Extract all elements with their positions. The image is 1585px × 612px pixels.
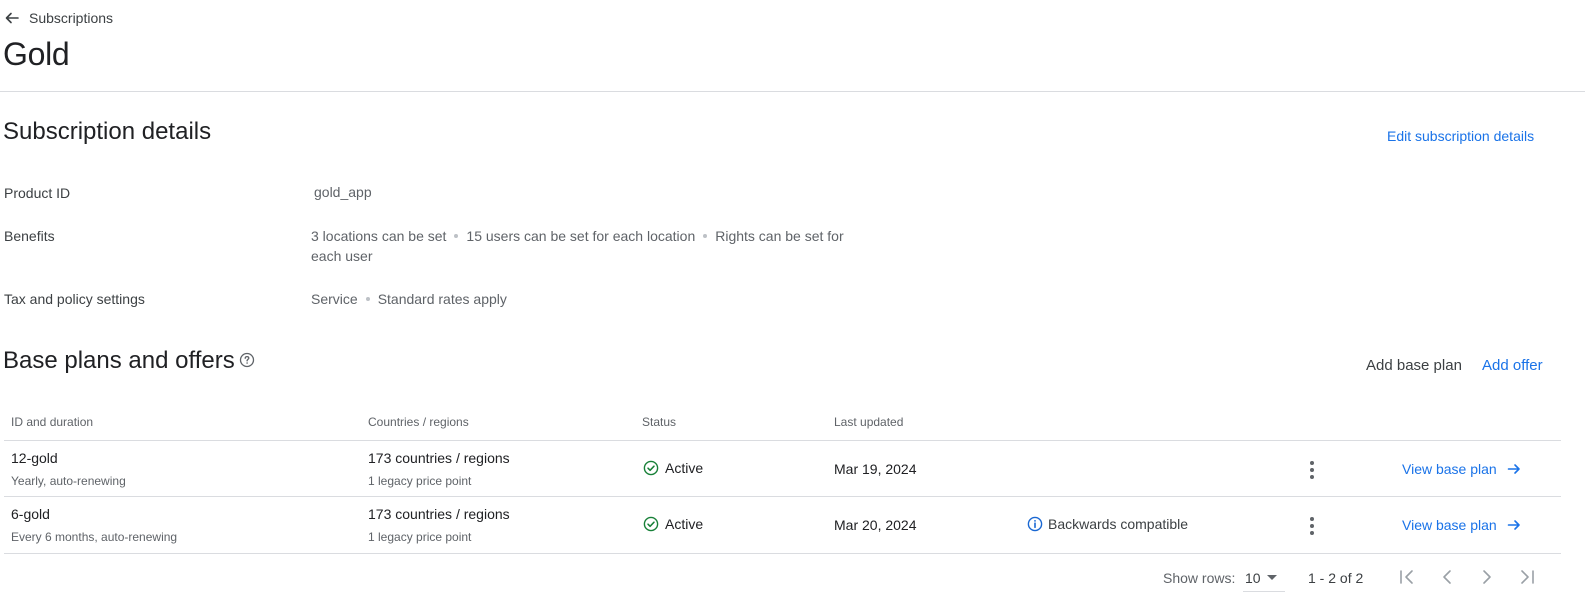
divider [0,91,1585,92]
status-text: Active [665,460,704,476]
caret-down-icon [1266,575,1277,580]
column-header-id[interactable]: ID and duration [11,415,93,429]
benefit-item: 15 users can be set for each location [466,228,696,244]
plan-price-points: 1 legacy price point [368,474,472,488]
plan-duration: Yearly, auto-renewing [11,474,126,488]
first-page-icon[interactable] [1395,565,1419,589]
compatibility-note: Backwards compatible [1027,516,1188,532]
add-base-plan-button[interactable]: Add base plan [1366,357,1462,374]
tax-settings-value: Service Standard rates apply [311,289,871,309]
arrow-right-icon [1507,520,1520,530]
view-base-plan-link[interactable]: View base plan [1402,517,1521,533]
more-options-icon[interactable] [1300,514,1324,538]
view-base-plan-label: View base plan [1402,461,1497,477]
status-badge: Active [643,460,703,476]
page-title: Gold [3,36,70,72]
help-icon[interactable] [239,352,255,368]
base-plans-heading: Base plans and offers [3,347,255,375]
rows-per-page-select[interactable]: 10 [1243,564,1285,592]
last-updated: Mar 20, 2024 [834,517,917,533]
show-rows-label: Show rows: [1163,570,1236,586]
tax-item: Service [311,291,358,307]
column-header-regions[interactable]: Countries / regions [368,415,469,429]
status-text: Active [665,516,704,532]
benefits-label: Benefits [4,228,55,244]
view-base-plan-label: View base plan [1402,517,1497,533]
edit-subscription-details-link[interactable]: Edit subscription details [1387,128,1534,144]
back-arrow-icon [5,12,19,24]
last-updated: Mar 19, 2024 [834,461,917,477]
separator-dot [365,297,370,302]
view-base-plan-link[interactable]: View base plan [1402,461,1521,477]
last-page-icon[interactable] [1515,565,1539,589]
previous-page-icon[interactable] [1435,565,1459,589]
separator-dot [454,234,459,239]
column-header-updated[interactable]: Last updated [834,415,903,429]
tax-settings-label: Tax and policy settings [4,291,145,307]
compatibility-text: Backwards compatible [1048,516,1189,532]
add-offer-button[interactable]: Add offer [1482,357,1543,374]
table-divider [4,496,1561,497]
base-plans-title: Base plans and offers [3,347,235,374]
plan-regions: 173 countries / regions [368,506,510,522]
plan-regions: 173 countries / regions [368,450,510,466]
page-range: 1 - 2 of 2 [1308,570,1364,586]
plan-price-points: 1 legacy price point [368,530,472,544]
tax-item: Standard rates apply [377,291,507,307]
check-circle-icon [643,460,659,476]
status-badge: Active [643,516,703,532]
check-circle-icon [643,516,659,532]
benefits-value: 3 locations can be set 15 users can be se… [311,226,871,266]
arrow-right-icon [1507,464,1520,474]
breadcrumb[interactable]: Subscriptions [4,9,113,27]
product-id-value: gold_app [314,184,372,200]
next-page-icon[interactable] [1475,565,1499,589]
plan-id: 12-gold [11,450,58,466]
product-id-label: Product ID [4,185,71,201]
subscription-details-heading: Subscription details [3,118,212,145]
table-divider [4,553,1561,554]
column-header-status[interactable]: Status [642,415,676,429]
plan-id: 6-gold [11,506,50,522]
info-icon [1027,516,1043,532]
more-options-icon[interactable] [1300,458,1324,482]
rows-per-page-value: 10 [1245,569,1261,586]
plan-duration: Every 6 months, auto-renewing [11,530,178,544]
breadcrumb-label: Subscriptions [29,10,114,26]
benefit-item: 3 locations can be set [311,228,447,244]
separator-dot [703,234,708,239]
table-divider [4,440,1561,441]
